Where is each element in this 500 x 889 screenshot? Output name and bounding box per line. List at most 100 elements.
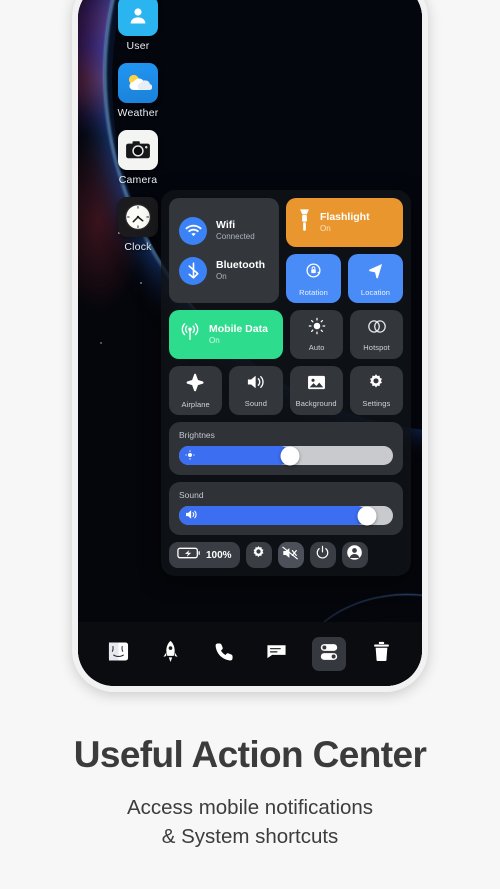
battery-status-button[interactable]: 100% [169, 542, 240, 568]
connectivity-group: Wifi Connected Bluetooth On [169, 198, 279, 303]
mobile-data-label: Mobile Data [209, 323, 268, 336]
account-circle-icon [346, 544, 363, 566]
camera-icon [118, 130, 158, 170]
hotspot-toggle[interactable]: Hotspot [350, 310, 404, 359]
user-icon [118, 0, 158, 36]
desktop-app-label: Clock [124, 241, 152, 253]
airplane-icon [186, 373, 205, 397]
brightness-slider[interactable] [179, 446, 393, 465]
rocket-icon [161, 640, 180, 668]
control-center-row-3: Airplane Sound Background Settings [169, 366, 403, 415]
bluetooth-status: On [216, 272, 227, 282]
gear-icon [251, 545, 266, 565]
sound-toggle[interactable]: Sound [229, 366, 283, 415]
flashlight-toggle[interactable]: Flashlight On [286, 198, 403, 247]
rotation-location-pair: Rotation Location [286, 254, 403, 303]
background-toggle[interactable]: Background [289, 366, 343, 415]
hotspot-icon [366, 318, 388, 340]
desktop-app-label: Weather [117, 107, 159, 119]
mobile-data-toggle[interactable]: Mobile Data On [169, 310, 284, 359]
caption-block: Useful Action Center Access mobile notif… [0, 734, 500, 851]
promo-screenshot: User Weather Camera Clock Wifi Connected… [0, 0, 500, 889]
power-icon [315, 545, 330, 565]
mobile-data-status: On [209, 336, 220, 346]
sound-off-icon [282, 546, 299, 565]
location-label: Location [360, 287, 391, 297]
brightness-knob[interactable] [280, 446, 300, 465]
phone-icon [214, 642, 234, 667]
control-center-right-column: Flashlight On Rotation Location [286, 198, 403, 303]
dock-item-finder[interactable] [101, 637, 135, 671]
desktop-app-label: User [126, 40, 150, 52]
finder-icon [108, 641, 129, 667]
bluetooth-icon [179, 256, 207, 285]
wifi-label: Wifi [216, 219, 236, 232]
control-center-panel: Wifi Connected Bluetooth On Flashlight O… [161, 190, 411, 576]
battery-charging-icon [177, 546, 201, 565]
phone-frame: User Weather Camera Clock Wifi Connected… [72, 0, 428, 692]
sound-slider-card: Sound [169, 482, 403, 535]
dock [78, 622, 422, 686]
wifi-icon [179, 216, 207, 245]
auto-brightness-toggle[interactable]: Auto [290, 310, 344, 359]
dock-item-launcher[interactable] [154, 637, 188, 671]
sound-fill [179, 506, 368, 525]
account-button[interactable] [341, 542, 368, 568]
page-subtitle-line-1: Access mobile notifications [126, 796, 374, 819]
airplane-label: Airplane [181, 399, 210, 409]
clock-icon [118, 197, 158, 237]
gear-icon [367, 373, 385, 396]
desktop-app-label: Camera [118, 174, 158, 186]
brightness-icon [185, 447, 195, 465]
location-toggle[interactable]: Location [348, 254, 403, 303]
page-title: Useful Action Center [73, 734, 427, 775]
page-subtitle-line-2: & System shortcuts [161, 825, 339, 849]
weather-icon [118, 63, 158, 103]
rotation-toggle[interactable]: Rotation [286, 254, 341, 303]
location-arrow-icon [366, 261, 385, 285]
trash-icon [373, 641, 390, 667]
mobile-data-icon [179, 321, 201, 348]
bluetooth-toggle[interactable]: Bluetooth On [179, 256, 269, 285]
background-label: Background [295, 398, 337, 408]
brightness-auto-icon [308, 317, 326, 340]
brightness-label: Brightnes [179, 430, 215, 440]
bluetooth-label: Bluetooth [216, 259, 265, 272]
airplane-toggle[interactable]: Airplane [169, 366, 223, 415]
dock-item-phone[interactable] [207, 637, 241, 671]
flashlight-status: On [320, 224, 331, 234]
hotspot-label: Hotspot [363, 342, 390, 352]
control-center-row-2: Mobile Data On Auto Hotspot [169, 310, 404, 359]
message-icon [266, 643, 287, 665]
brightness-fill [179, 446, 291, 465]
desktop-app-user[interactable]: User [104, 0, 172, 52]
sound-knob[interactable] [357, 506, 377, 525]
dock-item-messages[interactable] [259, 637, 293, 671]
settings-toggle[interactable]: Settings [349, 366, 403, 415]
control-center-actions: 100% [169, 542, 403, 568]
rotation-lock-icon [304, 261, 323, 285]
flashlight-icon [297, 208, 312, 237]
settings-label: Settings [362, 399, 391, 408]
battery-percent: 100% [206, 549, 232, 561]
power-button[interactable] [309, 542, 336, 568]
sound-slider[interactable] [179, 506, 393, 525]
volume-icon [185, 507, 198, 525]
rotation-label: Rotation [299, 287, 328, 297]
sound-tile-label: Sound [244, 399, 267, 408]
brightness-slider-card: Brightnes [169, 422, 403, 475]
sound-slider-label: Sound [179, 490, 204, 500]
flashlight-label: Flashlight [320, 211, 370, 224]
desktop-app-weather[interactable]: Weather [104, 63, 172, 119]
mute-shortcut-button[interactable] [277, 542, 304, 568]
phone-screen: User Weather Camera Clock Wifi Connected… [78, 0, 422, 686]
desktop-app-camera[interactable]: Camera [104, 130, 172, 186]
dock-item-trash[interactable] [365, 637, 399, 671]
speaker-icon [246, 373, 266, 396]
toggles-icon [319, 642, 339, 667]
wifi-toggle[interactable]: Wifi Connected [179, 216, 269, 245]
dock-item-control-center[interactable] [311, 637, 346, 671]
settings-shortcut-button[interactable] [245, 542, 272, 568]
image-icon [307, 374, 326, 396]
auto-label: Auto [308, 343, 325, 352]
